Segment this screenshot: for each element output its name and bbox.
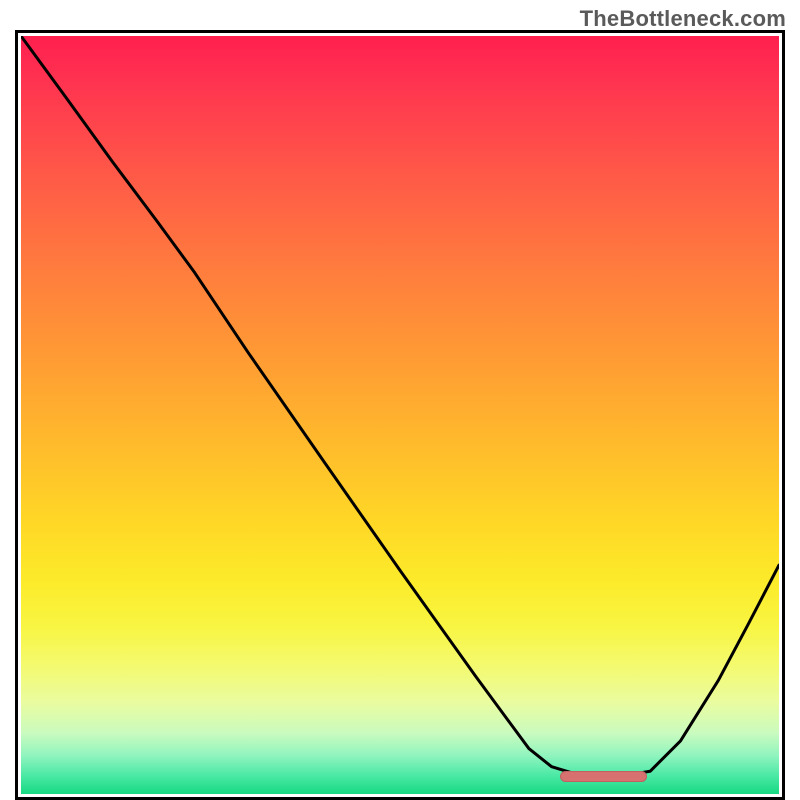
chart-frame xyxy=(15,30,785,800)
bottleneck-curve xyxy=(21,36,779,775)
plot-area xyxy=(21,36,779,794)
curve-svg xyxy=(21,36,779,794)
watermark-text: TheBottleneck.com xyxy=(580,6,786,32)
optimal-range-marker xyxy=(560,771,647,782)
